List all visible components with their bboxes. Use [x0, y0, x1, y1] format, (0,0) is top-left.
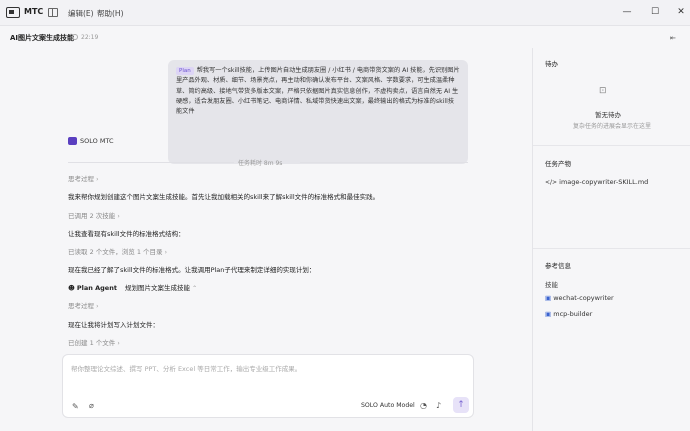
todo-empty-desc: 复杂任务的进展会显示在这里 — [573, 123, 652, 130]
todo-title: 待办 — [545, 60, 558, 68]
divider-left — [68, 162, 234, 163]
skill-icon: ▣ — [545, 310, 552, 318]
skill-call-toggle[interactable]: 已调用 2 次技能 › — [68, 210, 120, 220]
right-sidebar: 待办 ⊡ 暂无待办 复杂任务的进展会显示在这里 任务产物 </> image-c… — [532, 48, 690, 431]
agent-text: 我来帮你规划创建这个图片文案生成技能。首先让我加载相关的skill来了解skil… — [68, 193, 380, 201]
task-duration: 任务耗时 8m 9s — [238, 160, 283, 167]
toggle-sidebar-icon[interactable] — [48, 8, 58, 17]
title-bar: MTC 编辑(E) 帮助(H) — ☐ ✕ — [0, 0, 690, 26]
agent-text: 让我查看现有skill文件的标准格式结构： — [68, 230, 185, 238]
minimize-button[interactable]: — — [620, 6, 634, 18]
attach-icon[interactable]: ⌀ — [89, 401, 94, 410]
clock-icon — [72, 34, 78, 40]
user-message-bubble: Plan 帮我写一个skill技能，上传图片自动生成朋友圈 / 小红书 / 电商带… — [168, 60, 468, 164]
menu-edit[interactable]: 编辑(E) — [68, 8, 94, 19]
reference-title: 参考信息 — [545, 262, 571, 270]
sidebar-divider — [533, 145, 690, 146]
chat-header: AI图片文案生成技能 22:19 ⇤ — [0, 26, 690, 48]
skill-icon: ▣ — [545, 294, 552, 302]
maximize-button[interactable]: ☐ — [648, 6, 662, 18]
outputs-title: 任务产物 — [545, 160, 571, 168]
todo-empty-title: 暂无待办 — [595, 111, 621, 119]
agent-name: SOLO MTC — [80, 137, 114, 145]
expand-panel-icon[interactable]: ⇤ — [670, 34, 676, 42]
divider-right — [300, 162, 468, 163]
plan-agent-row[interactable]: ☻ Plan Agent 规划图片文案生成技能 ⌃ — [68, 282, 197, 292]
output-file-item[interactable]: </> image-copywriter-SKILL.md — [545, 178, 648, 186]
agent-text: 现在让我将计划写入计划文件： — [68, 321, 159, 329]
sidebar-divider — [533, 248, 690, 249]
empty-todo-icon: ⊡ — [599, 86, 607, 96]
files-read-toggle[interactable]: 已读取 2 个文件，浏览 1 个目录 › — [68, 246, 167, 256]
agent-avatar-icon — [68, 137, 77, 145]
code-icon: </> — [545, 179, 558, 186]
message-input-box[interactable]: 帮你整理论文综述、撰写 PPT、分析 Excel 等日常工作，输出专业级工作成果… — [62, 354, 474, 418]
app-logo-icon — [6, 7, 20, 18]
thinking-toggle[interactable]: 思考过程 › — [68, 173, 98, 183]
skills-title: 技能 — [545, 281, 558, 289]
thinking-toggle[interactable]: 思考过程 › — [68, 300, 98, 310]
plan-tag: Plan — [176, 67, 194, 75]
agent-text: 现在我已经了解了skill文件的标准格式。让我调用Plan子代理来制定详细的实现… — [68, 266, 316, 274]
chat-title: AI图片文案生成技能 — [10, 34, 75, 42]
send-button[interactable]: ↑ — [453, 397, 469, 413]
close-button[interactable]: ✕ — [674, 6, 688, 18]
file-created-toggle[interactable]: 已创建 1 个文件 › — [68, 337, 120, 347]
microphone-icon[interactable]: ♪ — [436, 401, 441, 410]
menu-help[interactable]: 帮助(H) — [97, 8, 124, 19]
skill-item-mcp-builder[interactable]: ▣ mcp-builder — [545, 310, 592, 318]
chat-icon[interactable]: ◔ — [420, 401, 427, 410]
user-message-text: 帮我写一个skill技能，上传图片自动生成朋友圈 / 小红书 / 电商带货文案的… — [176, 67, 460, 116]
skill-item-wechat-copywriter[interactable]: ▣ wechat-copywriter — [545, 294, 614, 302]
edit-icon[interactable]: ✎ — [72, 402, 79, 411]
model-selector[interactable]: SOLO Auto Model — [361, 402, 415, 409]
app-name: MTC — [24, 7, 44, 16]
robot-icon: ☻ — [68, 284, 75, 292]
chat-time: 22:19 — [81, 34, 99, 41]
message-input[interactable]: 帮你整理论文综述、撰写 PPT、分析 Excel 等日常工作，输出专业级工作成果… — [71, 363, 301, 373]
